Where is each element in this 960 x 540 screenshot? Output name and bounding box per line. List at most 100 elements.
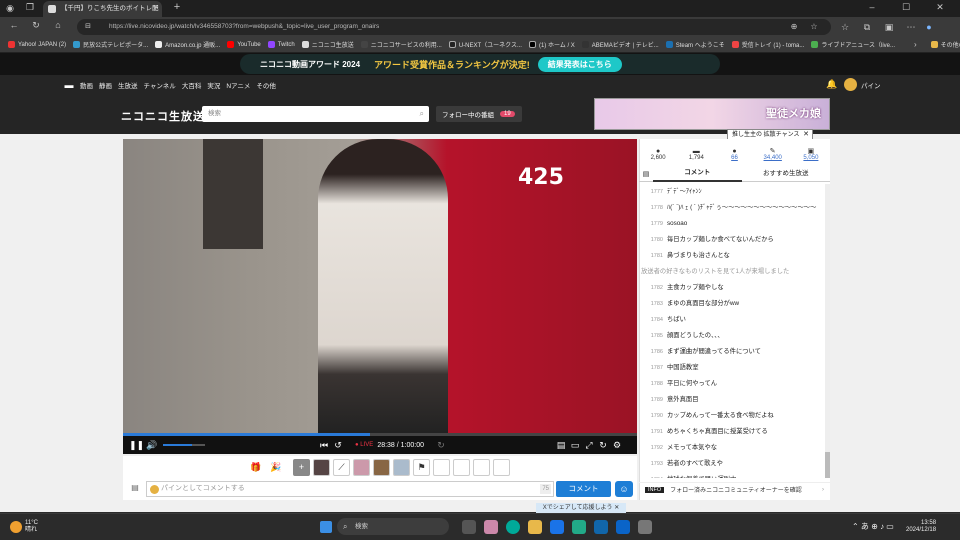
forward-icon[interactable]: ↻ xyxy=(434,440,448,451)
settings-gear-icon[interactable]: ⚙ xyxy=(610,440,624,451)
maximize-icon[interactable]: ☐ xyxy=(900,2,912,13)
comment-row[interactable]: 1786 まず運曲が間違ってる件について xyxy=(641,344,824,360)
comment-submit-button[interactable]: コメント xyxy=(556,481,611,497)
comment-row[interactable]: 1780 毎日カップ麺しか食べてないんだから xyxy=(641,232,824,248)
comment-row[interactable]: 1789 意外真面目 xyxy=(641,392,824,408)
task-view-icon[interactable] xyxy=(462,520,476,534)
collections-icon[interactable]: ▣ xyxy=(878,22,900,33)
comment-row[interactable]: 1778 ﾊ(´ `)ﾊ ｪ ( ´ )ﾁﾞｬﾃﾞぅ〜〜〜〜〜〜〜〜〜〜〜〜〜〜〜 xyxy=(641,200,824,216)
stat-ad[interactable]: ● 66 xyxy=(715,148,753,161)
new-tab-icon[interactable]: + xyxy=(171,1,183,13)
app-icon[interactable] xyxy=(594,520,608,534)
edge-browser-icon[interactable] xyxy=(506,520,520,534)
comment-row[interactable]: 1791 めちゃくちゃ真面目に授業受けてる xyxy=(641,424,824,440)
site-info-icon[interactable]: ⊟ xyxy=(83,19,93,35)
app-icon[interactable] xyxy=(484,520,498,534)
workspaces-icon[interactable]: ❐ xyxy=(24,2,36,13)
close-icon[interactable]: ✕ xyxy=(614,505,619,511)
taskbar-search[interactable]: ⌕ 検索 xyxy=(337,518,449,535)
url-field[interactable]: ⊟ https://live.nicovideo.jp/watch/lv3465… xyxy=(77,19,831,35)
minimize-icon[interactable]: – xyxy=(866,2,878,12)
store-icon[interactable] xyxy=(550,520,564,534)
bookmark-item[interactable]: Twitch xyxy=(267,37,295,53)
search-input[interactable]: 検索 ⌕ xyxy=(202,106,429,122)
chevron-right-icon[interactable]: › xyxy=(914,40,917,49)
copilot-icon[interactable]: ● xyxy=(922,22,936,32)
favorites-icon[interactable]: ☆ xyxy=(834,22,856,33)
system-tray-icons[interactable]: ⌃ あ ⊕ ♪ ▭ xyxy=(852,521,894,532)
emotion-icon[interactable]: 🎉 xyxy=(269,462,283,473)
app-available-icon[interactable]: ⊕ xyxy=(789,19,799,35)
comment-row[interactable]: 1790 カップめんって一番太る食べ物だよね xyxy=(641,408,824,424)
comment-row[interactable]: 1783 まゆの真面目な部分がww xyxy=(641,296,824,312)
bookmark-item[interactable]: ニコニコサービスの利用... xyxy=(360,37,442,53)
bookmark-item[interactable]: YouTube xyxy=(227,37,261,53)
bookmark-item[interactable]: Amazon.co.jp 通販... xyxy=(155,37,220,53)
skip-back-icon[interactable]: ⏮ xyxy=(317,440,331,451)
tab-recommended[interactable]: おすすめ生放送 xyxy=(742,167,831,181)
item-button[interactable]: ⟋ xyxy=(333,458,350,476)
app-icon[interactable] xyxy=(572,520,586,534)
comment-row[interactable]: 1792 メモって本気やな xyxy=(641,440,824,456)
clock[interactable]: 13:58 2024/12/18 xyxy=(906,520,936,534)
following-programs-button[interactable]: フォロー中の番組 19 xyxy=(436,106,522,122)
award-banner[interactable]: ニコニコ動画アワード 2024 アワード受賞作品＆ランキングが決定! 結果発表は… xyxy=(240,54,720,74)
nav-item[interactable]: 実況 xyxy=(207,80,220,90)
home-site-icon[interactable]: ▬ xyxy=(64,80,74,90)
empty-slot[interactable] xyxy=(453,458,470,476)
layout-icon[interactable]: ▭ xyxy=(568,440,582,451)
avatar[interactable] xyxy=(844,78,857,91)
search-icon[interactable]: ⌕ xyxy=(420,106,424,122)
comment-row[interactable]: 1793 若者のすべて歌えや xyxy=(641,456,824,472)
ad-banner[interactable]: 聖徒メカ娘 xyxy=(594,98,830,130)
windows-start-icon[interactable] xyxy=(320,521,332,533)
nav-item[interactable]: Nアニメ xyxy=(226,80,250,90)
tab-comments[interactable]: コメント xyxy=(653,166,742,182)
weather-widget[interactable]: 11°C 晴れ xyxy=(25,520,38,534)
volume-slider[interactable] xyxy=(163,444,205,446)
nav-item[interactable]: 静画 xyxy=(99,80,112,90)
add-item-button[interactable]: + xyxy=(293,458,310,476)
video-player[interactable]: 425 xyxy=(123,139,637,433)
close-tab-icon[interactable]: × xyxy=(151,2,161,12)
comment-toggle-icon[interactable]: ▤ xyxy=(554,440,568,451)
item-button[interactable] xyxy=(373,458,390,476)
bookmark-item[interactable]: Steam へようこそ xyxy=(665,37,725,53)
empty-slot[interactable] xyxy=(493,458,510,476)
user-name[interactable]: パイン xyxy=(861,80,881,90)
stat-gift[interactable]: ✎ 34,400 xyxy=(754,147,792,161)
emoji-icon[interactable]: ☺ xyxy=(615,481,633,497)
favorite-star-icon[interactable]: ☆ xyxy=(809,19,819,35)
pause-icon[interactable]: ❚❚ xyxy=(129,440,144,451)
nav-item[interactable]: チャンネル xyxy=(144,80,176,90)
fullscreen-icon[interactable]: ⤢ xyxy=(582,440,596,451)
bookmark-item[interactable]: Yahoo! JAPAN (2) xyxy=(8,37,66,53)
x-share-banner[interactable]: Xでシェアして応援しよう ✕ xyxy=(536,503,626,513)
nav-item[interactable]: 大百科 xyxy=(182,80,202,90)
bookmark-item[interactable]: ニコニコ生放送 xyxy=(301,37,354,53)
back-icon[interactable]: ← xyxy=(8,20,20,30)
comment-row[interactable]: 1779 sosoao xyxy=(641,216,824,232)
bookmark-item[interactable]: (1) ホーム / X xyxy=(528,37,575,53)
volume-icon[interactable]: 🔊 xyxy=(145,440,159,451)
comment-input[interactable]: パインとしてコメントする 75 xyxy=(146,481,554,497)
browser-tab[interactable]: 【千円】りこち先生のボイトレ配 xyxy=(43,1,162,17)
empty-slot[interactable] xyxy=(473,458,490,476)
nav-item[interactable]: 動画 xyxy=(80,80,93,90)
file-explorer-icon[interactable] xyxy=(528,520,542,534)
bookmark-item[interactable]: ABEMAビデオ | テレビ... xyxy=(581,37,659,53)
bookmark-item[interactable]: U-NEXT（ユーネクス... xyxy=(448,37,522,53)
bookmark-item[interactable]: 民放公式テレビポータ... xyxy=(73,37,148,53)
more-menu-icon[interactable]: ⋯ xyxy=(900,22,922,33)
reload-icon[interactable]: ↻ xyxy=(30,20,42,31)
comment-row[interactable]: 1787 中国語教室 xyxy=(641,360,824,376)
empty-slot[interactable] xyxy=(433,458,450,476)
refresh-icon[interactable]: ↻ xyxy=(596,440,610,451)
stat-gift-box[interactable]: ▣ 5,050 xyxy=(792,147,830,161)
page-logo[interactable]: ニコニコ生放送 xyxy=(121,108,205,124)
item-button[interactable] xyxy=(353,458,370,476)
comment-row[interactable]: 1782 主食カップ麺やしな xyxy=(641,280,824,296)
gift-icon[interactable]: 🎁 xyxy=(249,462,263,473)
bookmark-item[interactable]: ライブドアニュース（live... xyxy=(811,37,895,53)
outlook-icon[interactable] xyxy=(616,520,630,534)
